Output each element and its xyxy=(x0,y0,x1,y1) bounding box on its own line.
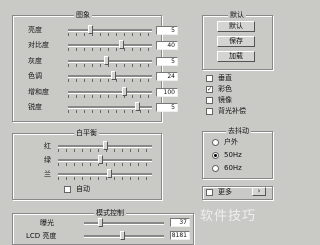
image-row-label: 亮度 xyxy=(28,26,42,34)
wb-row-label: 兰 xyxy=(44,170,51,178)
exposure-label: 曝光 xyxy=(40,219,54,227)
color-label: 彩色 xyxy=(218,85,232,93)
image-row-slider-ticks xyxy=(68,79,152,82)
60hz-radio[interactable] xyxy=(212,165,219,172)
exposure-slider-thumb[interactable] xyxy=(98,218,103,227)
backlight-label: 背光补偿 xyxy=(218,107,246,115)
image-row-slider-ticks xyxy=(68,64,152,67)
image-row-label: 锐度 xyxy=(28,103,42,111)
image-row-slider-track[interactable] xyxy=(68,75,152,78)
wb-slider-ticks xyxy=(58,163,152,166)
wb-slider-thumb[interactable] xyxy=(107,169,112,178)
50hz-radio[interactable] xyxy=(212,152,219,159)
exposure-value[interactable]: 37 xyxy=(170,218,190,227)
load-button[interactable]: 加载 xyxy=(217,51,255,62)
wb-slider-ticks xyxy=(58,177,152,180)
image-row-value[interactable]: 5 xyxy=(156,103,178,112)
wb-slider-thumb[interactable] xyxy=(103,141,108,150)
image-row-slider-track[interactable] xyxy=(68,60,152,63)
lcd-brightness-label: LCD 亮度 xyxy=(26,232,57,240)
60hz-label: 60Hz xyxy=(224,164,242,172)
image-row-slider-ticks xyxy=(68,33,152,36)
lcd-brightness-value[interactable]: 8181 xyxy=(170,231,190,240)
extra-checkbox[interactable] xyxy=(206,189,213,196)
wb-slider-thumb[interactable] xyxy=(98,155,103,164)
flicker-title: 去抖动 xyxy=(226,127,251,135)
image-row-slider-thumb[interactable] xyxy=(88,25,93,34)
outdoor-radio[interactable] xyxy=(212,139,219,146)
image-row-label: 增和度 xyxy=(28,88,49,96)
image-group-title: 图象 xyxy=(74,11,92,19)
wb-slider-track[interactable] xyxy=(58,159,152,162)
image-row-value[interactable]: 40 xyxy=(156,41,178,50)
image-row-slider-track[interactable] xyxy=(68,44,152,47)
mirror-label: 镜像 xyxy=(218,96,232,104)
wb-row-label: 绿 xyxy=(44,156,51,164)
extra-label: 更多 xyxy=(218,188,232,196)
mode-control-title: 模式控制 xyxy=(94,209,126,217)
vertical-checkbox[interactable] xyxy=(206,75,213,82)
image-row-slider-thumb[interactable] xyxy=(135,102,140,111)
image-row-slider-thumb[interactable] xyxy=(122,87,127,96)
image-row-value[interactable]: 100 xyxy=(156,88,178,97)
image-row-slider-thumb[interactable] xyxy=(111,71,116,80)
exposure-slider-track[interactable] xyxy=(84,222,164,225)
image-row-value[interactable]: 5 xyxy=(156,26,178,35)
extra-arrow-button[interactable]: › xyxy=(252,187,266,196)
default-button[interactable]: 默认 xyxy=(217,21,255,32)
white-balance-title: 白平衡 xyxy=(74,129,99,137)
color-checkbox[interactable]: ✓ xyxy=(206,86,213,93)
image-row-label: 对比度 xyxy=(28,41,49,49)
50hz-label: 50Hz xyxy=(224,151,242,159)
lcd-slider-thumb[interactable] xyxy=(120,231,125,240)
outdoor-label: 户外 xyxy=(224,138,238,146)
image-row-label: 灰度 xyxy=(28,57,42,65)
image-row-slider-ticks xyxy=(68,48,152,51)
mirror-checkbox[interactable] xyxy=(206,97,213,104)
vertical-label: 垂直 xyxy=(218,74,232,82)
auto-checkbox[interactable] xyxy=(64,186,71,193)
backlight-checkbox[interactable] xyxy=(206,108,213,115)
image-row-slider-thumb[interactable] xyxy=(119,40,124,49)
wb-slider-track[interactable] xyxy=(58,173,152,176)
image-row-label: 色调 xyxy=(28,72,42,80)
image-row-slider-thumb[interactable] xyxy=(104,56,109,65)
wb-row-label: 红 xyxy=(44,142,51,150)
image-row-value[interactable]: 5 xyxy=(156,57,178,66)
image-row-slider-ticks xyxy=(68,95,152,98)
auto-label: 自动 xyxy=(76,185,90,193)
watermark-text: 软件技巧 xyxy=(200,209,257,224)
image-row-value[interactable]: 24 xyxy=(156,72,178,81)
defaults-group-title: 默认 xyxy=(228,11,246,19)
mode-control-group xyxy=(12,213,194,245)
image-row-slider-track[interactable] xyxy=(68,91,152,94)
image-row-slider-track[interactable] xyxy=(68,29,152,32)
save-button[interactable]: 保存 xyxy=(217,36,255,47)
